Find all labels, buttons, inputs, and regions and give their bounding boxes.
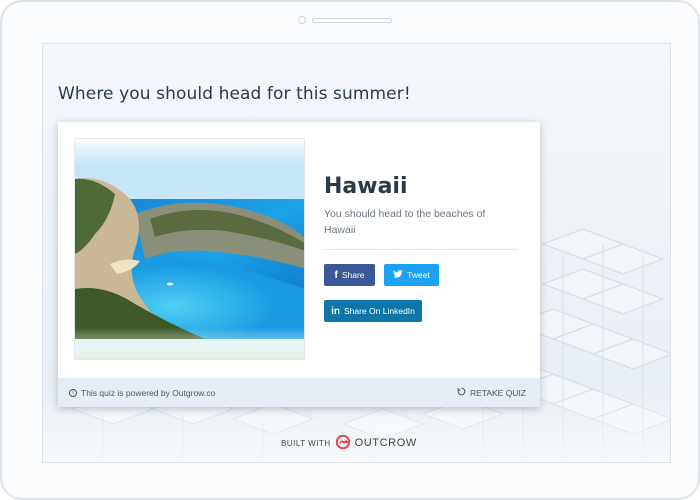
- powered-by[interactable]: i This quiz is powered by Outgrow.co: [69, 388, 215, 398]
- twitter-tweet-button[interactable]: Tweet: [384, 264, 439, 286]
- camera-dot: [298, 16, 306, 24]
- facebook-share-button[interactable]: f Share: [324, 264, 375, 286]
- facebook-icon: f: [334, 269, 338, 281]
- beach-photo-icon: [75, 139, 304, 359]
- retake-quiz-button[interactable]: RETAKE QUIZ: [457, 387, 526, 398]
- card-footer: i This quiz is powered by Outgrow.co RET…: [58, 378, 540, 407]
- result-card: Hawaii You should head to the beaches of…: [58, 122, 540, 407]
- result-image: [74, 138, 305, 360]
- built-with-text: BUILT WITH: [281, 438, 331, 448]
- linkedin-share-button[interactable]: in Share On LinkedIn: [324, 300, 422, 322]
- twitter-tweet-label: Tweet: [407, 270, 430, 280]
- powered-by-text: This quiz is powered by Outgrow.co: [81, 387, 216, 398]
- refresh-icon: [457, 387, 466, 398]
- result-description: You should head to the beaches of Hawaii: [324, 208, 486, 236]
- outgrow-logo-icon: [335, 434, 351, 452]
- twitter-icon: [393, 269, 403, 280]
- screen: Where you should head for this summer! H…: [42, 43, 671, 463]
- result-title: Hawaii: [324, 174, 408, 199]
- page-title: Where you should head for this summer!: [58, 84, 411, 104]
- info-icon: i: [69, 388, 77, 397]
- brand-name: OUTCROW: [354, 437, 417, 449]
- built-with-branding[interactable]: BUILT WITH OUTCROW: [281, 434, 417, 452]
- linkedin-icon: in: [331, 305, 340, 317]
- device-frame: Where you should head for this summer! H…: [0, 0, 700, 500]
- facebook-share-label: Share: [341, 270, 365, 280]
- linkedin-share-label: Share On LinkedIn: [344, 306, 415, 316]
- retake-quiz-label: RETAKE QUIZ: [469, 387, 526, 398]
- divider: [324, 249, 518, 250]
- speaker-slot: [312, 18, 392, 23]
